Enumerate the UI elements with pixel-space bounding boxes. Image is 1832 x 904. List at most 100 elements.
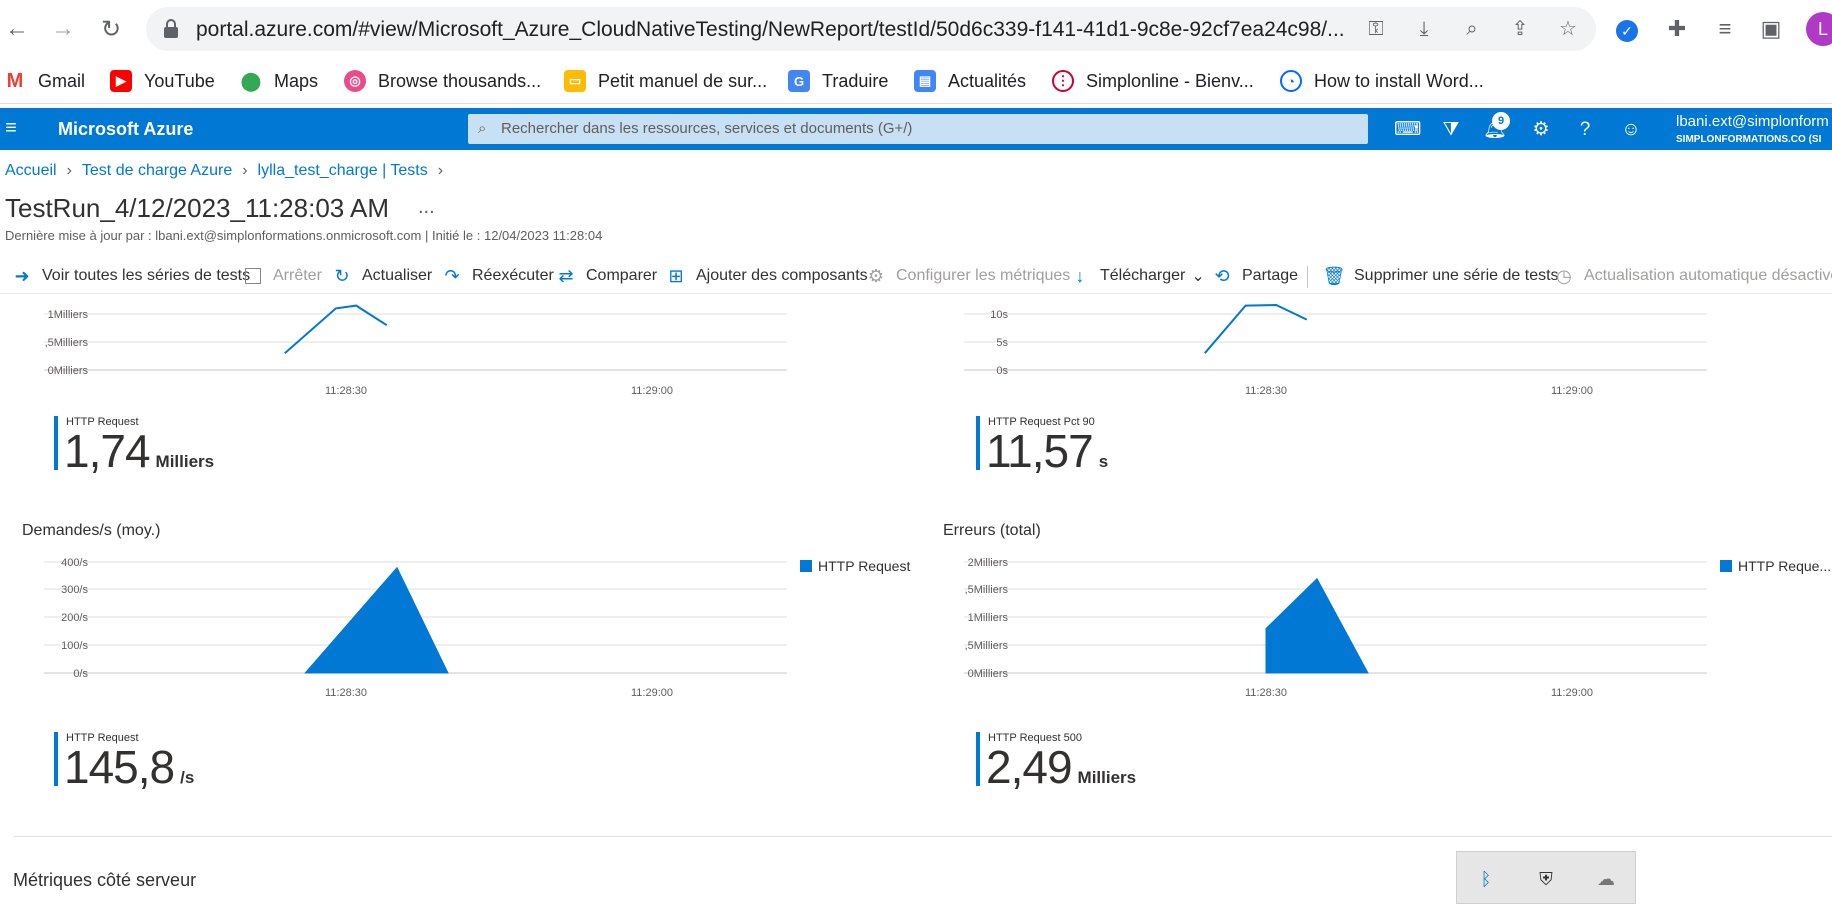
breadcrumb-tests[interactable]: lylla_test_charge | Tests (258, 162, 428, 180)
x-tick-label: 11:28:30 (1245, 385, 1287, 397)
more-options-button[interactable]: ... (418, 196, 435, 219)
configure-metrics-button[interactable]: ⚙ Configurer les métriques (866, 264, 1070, 288)
forward-icon[interactable]: → (46, 12, 80, 46)
translate-icon: G (788, 70, 810, 92)
back-icon[interactable]: ← (0, 12, 34, 46)
slides-icon: ▭ (564, 70, 586, 92)
auto-refresh-button[interactable]: ◷ Actualisation automatique désactivée (1554, 264, 1832, 288)
compare-button[interactable]: ⇄ Comparer (556, 264, 657, 288)
zoom-icon[interactable]: ⌕ (1460, 17, 1484, 41)
media-icon[interactable]: ≡ (1710, 14, 1740, 44)
bluetooth-icon[interactable]: ᛒ (1473, 866, 1499, 892)
account-email[interactable]: lbani.ext@simplonform (1676, 113, 1829, 130)
bookmark-simplonline[interactable]: ⋮ Simplonline - Bienv... (1052, 66, 1254, 96)
y-tick-label: 100/s (61, 640, 88, 652)
bookmark-gmail[interactable]: M Gmail (4, 66, 85, 96)
y-tick-label: 0Milliers (968, 668, 1009, 680)
kpi-unit: s (1098, 452, 1109, 471)
account-directory[interactable]: SIMPLONFORMATIONS.CO (SI (1676, 134, 1821, 145)
rerun-icon: ↷ (444, 265, 460, 286)
x-tick-label: 11:28:30 (325, 385, 367, 397)
share-icon[interactable]: ⇪ (1508, 17, 1532, 41)
panel-title-requests-per-sec: Demandes/s (moy.) (22, 522, 161, 539)
settings-gear-icon[interactable]: ⚙ (1528, 117, 1554, 143)
refresh-icon: ↻ (334, 265, 350, 286)
x-tick-label: 11:28:30 (1245, 687, 1287, 699)
azure-brand[interactable]: Microsoft Azure (58, 119, 193, 140)
bookmark-word[interactable]: ◔ How to install Word... (1280, 66, 1484, 96)
y-tick-label: 0s (996, 365, 1008, 377)
dribbble-icon: ◎ (344, 70, 366, 92)
y-tick-label: 2Milliers (968, 557, 1009, 569)
cloud-shell-icon[interactable]: ⌨ (1394, 117, 1421, 143)
url-text[interactable]: portal.azure.com/#view/Microsoft_Azure_C… (196, 18, 1345, 42)
stop-button[interactable]: Arrêter (243, 264, 322, 288)
share-button[interactable]: ⟲ Partage (1212, 264, 1298, 288)
bookmark-traduire[interactable]: G Traduire (788, 66, 888, 96)
page-subtitle: Dernière mise à jour par : lbani.ext@sim… (5, 228, 603, 243)
legend-errors[interactable]: HTTP Reque... (1720, 558, 1831, 574)
kpi-accent-bar (976, 732, 980, 786)
key-icon[interactable]: ⚿ (1364, 17, 1388, 41)
download-icon: ↓ (1075, 265, 1085, 286)
gmail-icon: M (4, 70, 26, 92)
refresh-button[interactable]: ↻ Actualiser (332, 264, 432, 288)
share-icon: ⟲ (1214, 265, 1230, 286)
server-metrics-heading: Métriques côté serveur (13, 870, 197, 890)
bookmark-petit-manuel[interactable]: ▭ Petit manuel de sur... (564, 66, 767, 96)
y-tick-label: ,5Milliers (45, 337, 89, 349)
sidepanel-icon[interactable]: ▣ (1756, 14, 1786, 44)
chart-requests-per-sec: 400/s 300/s 200/s 100/s 0/s 11:28:30 11:29:00 (44, 557, 787, 699)
profile-avatar[interactable]: L (1806, 12, 1832, 46)
reload-icon[interactable]: ↻ (94, 12, 128, 46)
install-icon[interactable]: ⤓ (1412, 17, 1436, 41)
extension-check-icon[interactable]: ✓ (1612, 14, 1642, 44)
breadcrumb-load-testing[interactable]: Test de charge Azure (82, 162, 232, 180)
y-tick-label: 0Milliers (48, 365, 89, 377)
series-line (284, 304, 388, 354)
security-shield-icon[interactable]: ⛨ (1533, 866, 1559, 892)
y-tick-label: 1Milliers (968, 612, 1009, 624)
y-tick-label: 400/s (61, 557, 88, 569)
bookmark-browse[interactable]: ◎ Browse thousands... (344, 66, 541, 96)
onedrive-cloud-icon[interactable]: ☁ (1593, 866, 1619, 892)
delete-run-button[interactable]: 🗑︎ Supprimer une série de tests (1323, 264, 1559, 288)
directory-filter-icon[interactable]: ⧩ (1438, 117, 1464, 143)
puzzle-icon[interactable]: ✚ (1662, 14, 1692, 44)
breadcrumb-accueil[interactable]: Accueil (5, 162, 57, 180)
y-tick-label: 0/s (73, 668, 88, 680)
news-icon: ▤ (914, 70, 936, 92)
page-title: TestRun_4/12/2023_11:28:03 AM (5, 193, 390, 223)
section-divider (14, 836, 1832, 837)
gear-icon: ⚙ (867, 265, 885, 286)
hamburger-menu-icon[interactable]: ≡ (0, 116, 22, 140)
bookmark-maps[interactable]: ⬤ Maps (240, 66, 318, 96)
chevron-right-icon: › (242, 162, 248, 179)
breadcrumb: Accueil › Test de charge Azure › lylla_t… (5, 162, 453, 180)
help-icon[interactable]: ? (1572, 117, 1598, 143)
feedback-icon[interactable]: ☺ (1618, 117, 1644, 143)
star-icon[interactable]: ☆ (1556, 17, 1580, 41)
download-button[interactable]: ↓ Télécharger ⌄ (1070, 264, 1205, 288)
rerun-button[interactable]: ↷ Réexécuter (442, 264, 553, 288)
system-tray-popup: ᛒ ⛨ ☁ (1456, 851, 1636, 904)
toolbar-divider (1307, 266, 1308, 288)
legend-requests-per-sec[interactable]: HTTP Request (800, 558, 910, 574)
add-components-button[interactable]: ⊞ Ajouter des composants (666, 264, 867, 288)
y-tick-label: ,5Milliers (965, 584, 1009, 596)
view-all-runs-button[interactable]: ➜ Voir toutes les séries de tests (12, 264, 250, 288)
azure-header: ≡ Microsoft Azure ⌕ Rechercher dans les … (0, 108, 1832, 150)
browser-toolbar: ← → ↻ portal.azure.com/#view/Microsoft_A… (0, 0, 1832, 58)
notification-badge: 9 (1492, 112, 1510, 130)
kpi-value: 2,49 Milliers (986, 741, 1137, 793)
legend-swatch (1720, 560, 1732, 572)
bookmark-youtube[interactable]: ▶ YouTube (110, 66, 215, 96)
chart-http-request-pct90: 10s 5s 0s 11:28:30 11:29:00 (964, 303, 1707, 397)
simplon-icon: ⋮ (1052, 70, 1074, 92)
y-tick-label: 200/s (61, 612, 88, 624)
y-tick-label: 1Milliers (48, 309, 89, 321)
global-search-input[interactable]: ⌕ Rechercher dans les ressources, servic… (468, 114, 1368, 144)
kpi-accent-bar (54, 732, 58, 786)
add-grid-icon: ⊞ (668, 265, 684, 286)
bookmark-actualites[interactable]: ▤ Actualités (914, 66, 1026, 96)
